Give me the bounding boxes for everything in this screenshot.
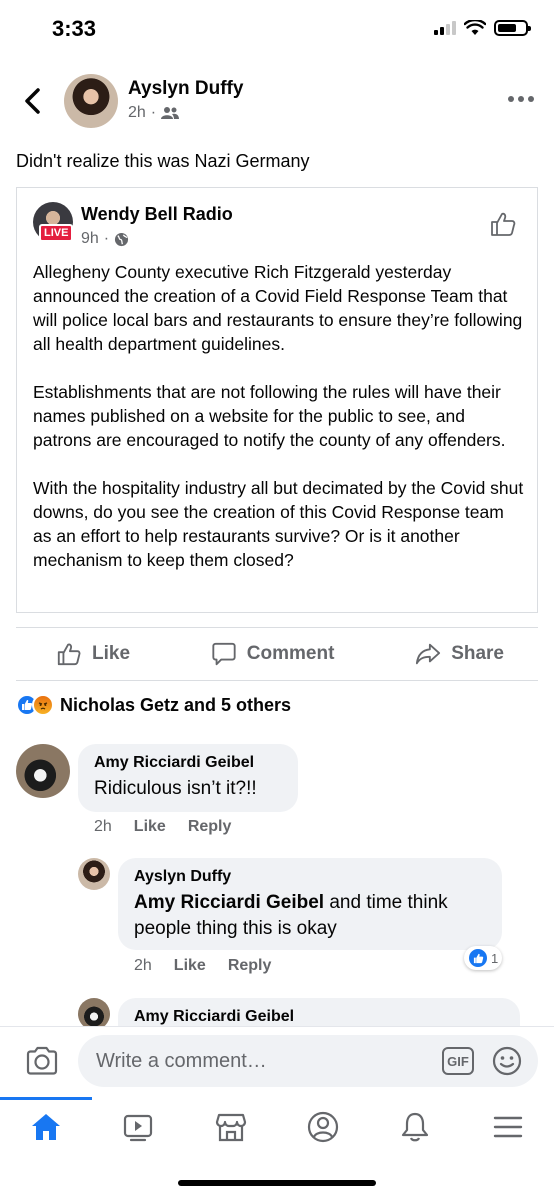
shared-post-body: Allegheny County executive Rich Fitzgera… (33, 260, 527, 596)
status-bar: 3:33 (0, 0, 554, 60)
like-button[interactable]: Like (56, 641, 130, 667)
comment-button[interactable]: Comment (211, 641, 335, 667)
battery-icon (494, 20, 531, 36)
tab-watch[interactable] (108, 1097, 168, 1157)
friends-icon (161, 107, 180, 119)
tab-home[interactable] (0, 1097, 93, 1157)
signal-icon (434, 21, 456, 35)
comment-icon (212, 642, 236, 666)
gif-icon[interactable]: GIF (442, 1047, 474, 1075)
globe-icon (115, 232, 129, 246)
profile-icon (308, 1111, 339, 1143)
comment-input[interactable] (96, 1047, 426, 1075)
author-avatar[interactable] (64, 74, 118, 128)
post-author[interactable]: Ayslyn Duffy (128, 78, 243, 100)
reaction-icons (16, 694, 54, 716)
post-actions: Like Comment Share (16, 628, 538, 680)
thumbs-up-icon (57, 643, 81, 666)
tab-profile[interactable] (293, 1097, 353, 1157)
post-time[interactable]: 2h (128, 104, 146, 122)
marketplace-icon (215, 1113, 246, 1142)
post-meta: 2h · (128, 104, 180, 122)
reply-like-button[interactable]: Like (174, 957, 206, 975)
shared-post-card[interactable]: LIVE Wendy Bell Radio 9h · Allegheny Cou… (16, 187, 538, 613)
reply-text: Amy Ricciardi Geibel and time think peop… (134, 890, 486, 942)
reactions-text: Nicholas Getz and 5 others (60, 694, 292, 715)
like-label: Like (92, 643, 131, 664)
home-icon (32, 1114, 61, 1140)
reactions-summary[interactable]: Nicholas Getz and 5 others (16, 694, 291, 716)
like-reaction-icon (468, 948, 488, 968)
shared-paragraph: Establishments that are not following th… (33, 382, 506, 450)
shared-paragraph: Allegheny County executive Rich Fitzgera… (33, 262, 523, 354)
status-icons (434, 20, 531, 36)
comment-text: Ridiculous isn’t it?!! (94, 778, 257, 799)
post-text: Didn't realize this was Nazi Germany (16, 151, 310, 171)
wifi-icon (464, 20, 486, 35)
reaction-count: 1 (491, 950, 499, 966)
comment-composer: GIF (0, 1026, 554, 1094)
shared-time[interactable]: 9h (81, 230, 99, 248)
comment-bubble: Amy Ricciardi Geibel Ridiculous isn’t it… (78, 744, 298, 812)
comment-like-button[interactable]: Like (134, 818, 166, 836)
reply-meta: 2h Like Reply (134, 957, 271, 975)
bell-icon (402, 1112, 429, 1142)
reply-author[interactable]: Ayslyn Duffy (134, 868, 486, 886)
bottom-tab-bar (0, 1094, 554, 1160)
comment-reply-button[interactable]: Reply (188, 818, 232, 836)
status-time: 3:33 (52, 16, 97, 41)
reply-author[interactable]: Amy Ricciardi Geibel (134, 1008, 504, 1026)
tab-notifications[interactable] (385, 1097, 445, 1157)
menu-icon (493, 1116, 522, 1138)
thumbs-up-icon[interactable] (489, 210, 517, 238)
camera-icon[interactable] (24, 1043, 60, 1079)
comment-time: 2h (94, 818, 112, 835)
commenter-avatar[interactable] (16, 744, 70, 798)
angry-reaction-icon (32, 694, 54, 716)
tab-menu[interactable] (478, 1097, 538, 1157)
meta-dot: · (103, 230, 110, 247)
home-indicator (178, 1180, 376, 1186)
divider (16, 680, 538, 681)
reply-reply-button[interactable]: Reply (228, 957, 272, 975)
more-icon[interactable] (508, 96, 534, 102)
shared-page-name[interactable]: Wendy Bell Radio (81, 204, 233, 225)
shared-page-meta: 9h · (81, 230, 129, 248)
comment-label: Comment (246, 643, 335, 664)
reply-bubble: Ayslyn Duffy Amy Ricciardi Geibel and ti… (118, 858, 502, 950)
reply-time: 2h (134, 957, 152, 974)
reply-mention[interactable]: Amy Ricciardi Geibel (134, 892, 324, 913)
share-button[interactable]: Share (415, 641, 504, 667)
meta-dot: · (150, 104, 157, 121)
watch-icon (124, 1114, 153, 1142)
reply-avatar[interactable] (78, 858, 110, 890)
reply-reaction-count[interactable]: 1 (464, 946, 503, 970)
shared-paragraph: With the hospitality industry all but de… (33, 478, 524, 570)
emoji-icon[interactable] (492, 1046, 522, 1076)
share-icon (416, 643, 441, 665)
comment-meta: 2h Like Reply (94, 818, 231, 836)
back-icon[interactable] (18, 85, 50, 117)
comment-input-container[interactable]: GIF (78, 1035, 538, 1087)
share-label: Share (451, 643, 504, 664)
comment-author[interactable]: Amy Ricciardi Geibel (94, 754, 282, 772)
tab-marketplace[interactable] (201, 1097, 261, 1157)
live-badge: LIVE (39, 224, 74, 242)
